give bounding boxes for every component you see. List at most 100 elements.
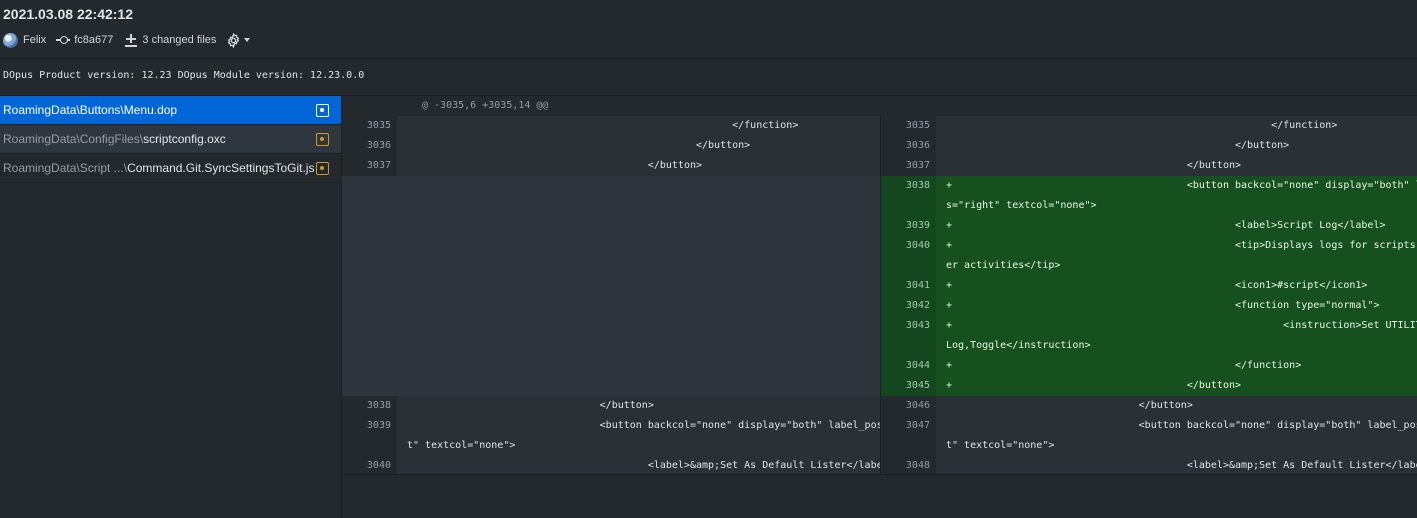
line-number: 3039 [881,216,936,236]
diff-line: 3043 + <instruction>Set UTILITY=Other [881,316,1417,336]
line-number: 3046 [881,396,936,416]
line-number: 3042 [881,296,936,316]
file-name: scriptconfig.oxc [143,132,226,146]
diff-footer [342,474,1417,518]
line-code: + <tip>Displays logs for scripts and oth [936,236,1417,256]
line-number: 3035 [881,116,936,136]
line-code: <label>&amp;Set As Default Lister</label… [936,456,1417,476]
line-number: 3037 [342,156,397,176]
commit-header: 2021.03.08 22:42:12 Felix fc8a677 3 chan… [0,0,1417,59]
line-number: 3044 [881,356,936,376]
line-code: t" textcol="none"> [397,436,880,456]
line-text: er activities</tip> [946,260,1061,271]
modified-status-icon [316,133,329,146]
settings-dropdown-button[interactable] [226,32,251,48]
file-path: RoamingData\Script ...\Command.Git.SyncS… [3,161,314,175]
diff-line: 3038 </button> [342,396,880,416]
line-number [881,336,936,356]
line-code: s="right" textcol="none"> [936,196,1417,216]
diff-line: 3036 </button> [881,136,1417,156]
line-code: <label>&amp;Set As Default Lister</label… [397,456,880,476]
line-code: + <function type="normal"> [936,296,1417,316]
file-item[interactable]: RoamingData\ConfigFiles\scriptconfig.oxc [0,125,341,154]
line-text: <function type="normal"> [946,300,1380,311]
diff-line: 3040 + <tip>Displays logs for scripts and… [881,236,1417,256]
diff-line: 3039 <button backcol="none" display="bot… [342,416,880,436]
commit-description: DOpus Product version: 12.23 DOpus Modul… [0,59,1417,96]
line-number: 3047 [881,416,936,436]
file-path: RoamingData\ConfigFiles\scriptconfig.oxc [3,132,226,146]
line-number: 3036 [881,136,936,156]
diff-icon [125,33,138,47]
chevron-down-icon [244,38,251,42]
changed-files-count: 3 changed files [142,34,217,46]
line-text: <instruction>Set UTILITY=Other [946,320,1417,331]
file-dir: RoamingData\Script ...\ [3,161,128,175]
diff-line: 3048 <label>&amp;Set As Default Lister</… [881,456,1417,476]
line-number: 3045 [881,376,936,396]
diff-line: t" textcol="none"> [881,436,1417,456]
avatar [3,32,18,48]
line-number: 3037 [881,156,936,176]
line-text: </button> [946,380,1242,391]
line-number: 3040 [342,456,397,476]
line-number: 3040 [881,236,936,256]
line-number [881,256,936,276]
line-number: 3035 [342,116,397,136]
diff-line: 3044 + </function> [881,356,1417,376]
file-dir: RoamingData\Buttons\ [3,103,124,117]
line-code: + <label>Script Log</label> [936,216,1417,236]
diff-line: 3039 + <label>Script Log</label> [881,216,1417,236]
diff-line: 3037 </button> [881,156,1417,176]
commit-meta: Felix fc8a677 3 changed files [3,31,251,49]
line-code: </function> [936,116,1417,136]
line-code: </button> [397,156,880,176]
line-code: </button> [397,396,880,416]
line-text: </function> [946,360,1302,371]
hunk-header: @ -3035,6 +3035,14 @@ [342,96,1417,116]
diff-line: 3045 + </button> [881,376,1417,396]
line-code [397,176,880,396]
line-number: 3048 [881,456,936,476]
line-number [881,196,936,216]
line-number: 3036 [342,136,397,156]
diff-right-pane: 3035 </function> 3036 </button> 3037 </but… [880,116,1417,496]
line-code: <button backcol="none" display="both" la… [936,416,1417,436]
diff-line: s="right" textcol="none"> [881,196,1417,216]
file-item[interactable]: RoamingData\Script ...\Command.Git.SyncS… [0,154,341,183]
line-code: </button> [936,396,1417,416]
line-code: </button> [397,136,880,156]
line-text: <tip>Displays logs for scripts and oth [946,240,1417,251]
diff-line: 3042 + <function type="normal"> [881,296,1417,316]
diff-line: er activities</tip> [881,256,1417,276]
line-code: t" textcol="none"> [936,436,1417,456]
changed-files-list: RoamingData\Buttons\Menu.dop RoamingData… [0,96,342,518]
line-number [342,436,397,456]
diff-line: Log,Toggle</instruction> [881,336,1417,356]
line-code: </button> [936,156,1417,176]
diff-line: 3037 </button> [342,156,880,176]
file-item[interactable]: RoamingData\Buttons\Menu.dop [0,96,341,125]
line-number: 3038 [881,176,936,196]
line-text: <icon1>#script</icon1> [946,280,1368,291]
line-number: 3038 [342,396,397,416]
gear-icon [228,32,240,48]
line-text: s="right" textcol="none"> [946,200,1097,211]
line-number [881,436,936,456]
modified-status-icon [316,104,329,117]
commit-date: 2021.03.08 22:42:12 [3,6,133,22]
line-text: <label>Script Log</label> [946,220,1386,231]
line-code: <button backcol="none" display="both" la… [397,416,880,436]
line-code: </button> [936,136,1417,156]
diff-line: 3046 </button> [881,396,1417,416]
line-code: + <icon1>#script</icon1> [936,276,1417,296]
author-name: Felix [23,34,47,46]
diff-line: 3036 </button> [342,136,880,156]
line-text: Log,Toggle</instruction> [946,340,1091,351]
diff-line: 3035 </function> [881,116,1417,136]
diff-left-pane: 3035 </function> 3036 </button> 3037 </but… [342,116,880,496]
diff-line: 3035 </function> [342,116,880,136]
line-code: + </function> [936,356,1417,376]
line-number [342,176,397,396]
diff-view[interactable]: @ -3035,6 +3035,14 @@ 3035 </function> 30… [342,96,1417,518]
